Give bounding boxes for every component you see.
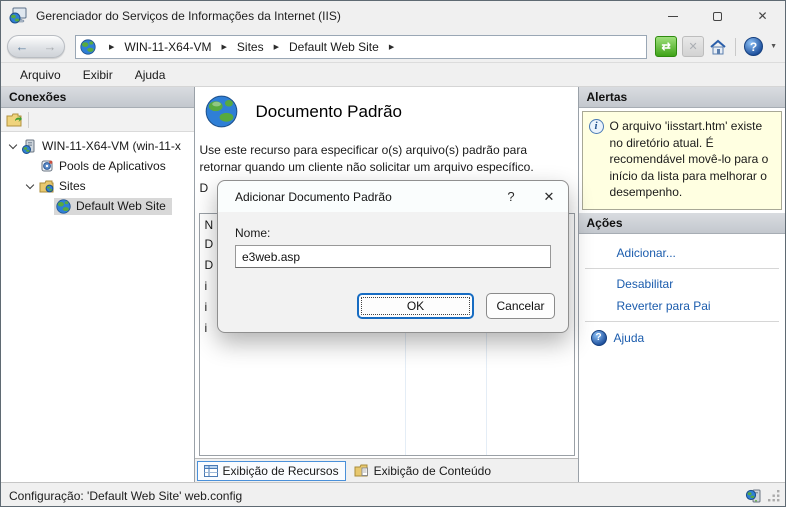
action-reverter[interactable]: Reverter para Pai <box>579 295 785 317</box>
status-bar: Configuração: 'Default Web Site' web.con… <box>1 482 785 507</box>
status-configuration: Configuração: 'Default Web Site' web.con… <box>9 489 745 503</box>
name-input[interactable] <box>235 245 551 268</box>
menu-arquivo[interactable]: Arquivo <box>9 65 72 85</box>
tab-features-view[interactable]: Exibição de Recursos <box>197 461 346 481</box>
connections-header: Conexões <box>1 87 194 108</box>
tree-item-server[interactable]: WIN-11-X64-VM (win-11-x <box>1 136 194 156</box>
minimize-icon <box>668 16 678 17</box>
maximize-button[interactable] <box>695 1 740 31</box>
actions-header: Ações <box>579 213 785 234</box>
add-default-document-dialog: Adicionar Documento Padrão ? ✕ Nome: OK … <box>217 180 569 333</box>
save-connections-button[interactable] <box>6 113 22 127</box>
breadcrumb-sites[interactable]: Sites <box>235 40 266 54</box>
actions-list: Adicionar... Desabilitar Reverter para P… <box>579 234 785 350</box>
site-globe-icon <box>56 199 71 214</box>
dialog-body: Nome: <box>218 212 568 268</box>
dialog-buttons: OK Cancelar <box>357 293 555 319</box>
alert-message: O arquivo 'iisstart.htm' existe no diret… <box>610 118 776 201</box>
dialog-help-button[interactable]: ? <box>492 182 530 212</box>
content-view-icon <box>354 464 369 477</box>
tree-item-label: WIN-11-X64-VM (win-11-x <box>42 139 181 153</box>
page-title: Documento Padrão <box>256 102 402 122</box>
action-desabilitar[interactable]: Desabilitar <box>579 273 785 295</box>
tree-item-sites[interactable]: Sites <box>1 176 194 196</box>
breadcrumb-arrow-icon: ▶ <box>214 43 235 51</box>
help-dropdown-caret[interactable]: ▼ <box>770 43 777 50</box>
tab-content-view[interactable]: Exibição de Conteúdo <box>348 461 497 481</box>
tree-item-default-web-site[interactable]: Default Web Site <box>1 196 194 216</box>
actions-divider <box>585 321 779 322</box>
help-button[interactable]: ? <box>744 37 763 56</box>
maximize-icon <box>713 12 722 21</box>
sites-folder-icon <box>39 180 54 193</box>
tree-item-label: Sites <box>59 179 86 193</box>
stop-icon: ✕ <box>688 40 697 53</box>
feature-description: Use este recurso para especificar o(s) a… <box>200 142 572 175</box>
help-icon: ? <box>591 330 607 346</box>
actions-panel: Alertas i O arquivo 'iisstart.htm' exist… <box>578 87 785 482</box>
globe-icon <box>80 39 96 55</box>
cancel-button[interactable]: Cancelar <box>486 293 555 319</box>
application-pools-icon <box>40 159 54 173</box>
connections-tree[interactable]: WIN-11-X64-VM (win-11-x Pools de Aplicat… <box>1 132 194 482</box>
iis-manager-window: Gerenciador do Serviços de Informações d… <box>0 0 786 507</box>
action-adicionar[interactable]: Adicionar... <box>579 242 785 264</box>
actions-divider <box>585 268 779 269</box>
dialog-title-bar: Adicionar Documento Padrão ? ✕ <box>218 181 568 212</box>
alerts-header: Alertas <box>579 87 785 108</box>
toolbar-separator <box>735 38 736 56</box>
navigation-bar: ← → ▶ WIN-11-X64-VM ▶ Sites ▶ Default We… <box>1 31 785 63</box>
breadcrumb-arrow-icon: ▶ <box>266 43 287 51</box>
resize-grip[interactable] <box>768 489 781 502</box>
action-label: Ajuda <box>614 331 645 345</box>
menu-exibir[interactable]: Exibir <box>72 65 124 85</box>
server-status-icon <box>745 488 762 504</box>
nav-back-forward: ← → <box>7 35 65 58</box>
chevron-down-icon[interactable] <box>9 140 17 148</box>
dialog-title: Adicionar Documento Padrão <box>235 190 492 204</box>
close-button[interactable]: ✕ <box>740 1 785 31</box>
address-bar[interactable]: ▶ WIN-11-X64-VM ▶ Sites ▶ Default Web Si… <box>75 35 647 59</box>
title-bar: Gerenciador do Serviços de Informações d… <box>1 1 785 31</box>
breadcrumb-server[interactable]: WIN-11-X64-VM <box>122 40 213 54</box>
breadcrumb-arrow-icon: ▶ <box>381 43 402 51</box>
chevron-down-icon[interactable] <box>26 180 34 188</box>
breadcrumb-site[interactable]: Default Web Site <box>287 40 381 54</box>
tab-label: Exibição de Recursos <box>223 464 339 478</box>
tree-item-label: Pools de Aplicativos <box>59 159 166 173</box>
tree-item-label: Default Web Site <box>76 199 166 213</box>
home-button[interactable] <box>709 39 727 55</box>
alert-box: i O arquivo 'iisstart.htm' existe no dir… <box>582 111 782 210</box>
tree-item-app-pools[interactable]: Pools de Aplicativos <box>1 156 194 176</box>
action-ajuda[interactable]: ? Ajuda <box>579 326 785 350</box>
back-button[interactable]: ← <box>16 40 29 53</box>
nav-tools: ⇄ ✕ ? ▼ <box>655 36 777 57</box>
connections-toolbar <box>1 108 194 132</box>
features-view-icon <box>204 465 218 477</box>
feature-globe-icon <box>205 95 238 128</box>
minimize-button[interactable] <box>650 1 695 31</box>
forward-button[interactable]: → <box>44 40 57 53</box>
selected-tree-item[interactable]: Default Web Site <box>54 198 172 215</box>
name-label: Nome: <box>235 226 551 240</box>
refresh-button[interactable]: ⇄ <box>655 36 677 57</box>
breadcrumb-arrow-icon: ▶ <box>101 43 122 51</box>
view-tabs-bar: Exibição de Recursos Exibição de Conteúd… <box>195 458 578 482</box>
tab-label: Exibição de Conteúdo <box>374 464 491 478</box>
app-icon <box>9 7 29 25</box>
connections-panel: Conexões <box>1 87 195 482</box>
feature-header: Documento Padrão <box>195 87 578 128</box>
menu-ajuda[interactable]: Ajuda <box>124 65 177 85</box>
refresh-icon: ⇄ <box>661 40 670 53</box>
dialog-close-button[interactable]: ✕ <box>530 182 568 212</box>
toolbar-separator <box>28 112 29 128</box>
window-title: Gerenciador do Serviços de Informações d… <box>36 9 650 23</box>
server-icon <box>22 139 37 154</box>
info-icon: i <box>589 119 604 134</box>
stop-button[interactable]: ✕ <box>682 36 704 57</box>
close-icon: ✕ <box>757 10 767 22</box>
ok-button[interactable]: OK <box>357 293 474 319</box>
menu-bar: Arquivo Exibir Ajuda <box>1 63 785 87</box>
